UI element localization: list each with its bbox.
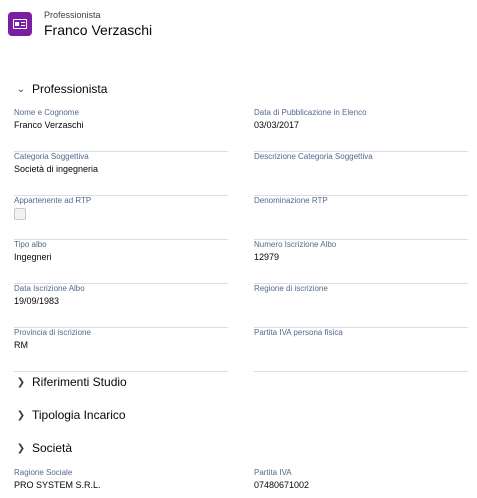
field-label: Data di Pubblicazione in Elenco	[254, 108, 367, 117]
field-value: Franco Verzaschi	[14, 120, 84, 130]
field-partita-iva-pf: Partita IVA persona fisica	[254, 328, 468, 372]
rtp-checkbox	[14, 208, 26, 220]
field-label: Nome e Cognome	[14, 108, 79, 117]
section-professionista[interactable]: ⌄ Professionista	[14, 80, 108, 98]
field-value: RM	[14, 340, 28, 350]
field-label: Partita IVA persona fisica	[254, 328, 343, 337]
field-label: Descrizione Categoria Soggettiva	[254, 152, 373, 161]
field-data-pubblicazione: Data di Pubblicazione in Elenco 03/03/20…	[254, 108, 468, 152]
field-label: Data Iscrizione Albo	[14, 284, 85, 293]
field-value: Società di ingegneria	[14, 164, 99, 174]
field-tipo-albo: Tipo albo Ingegneri	[14, 240, 228, 284]
field-value: 03/03/2017	[254, 120, 300, 130]
chevron-down-icon: ⌄	[16, 83, 26, 95]
section-label: Tipologia Incarico	[32, 408, 126, 422]
chevron-right-icon: ❯	[16, 409, 26, 421]
field-label: Provincia di iscrizione	[14, 328, 91, 337]
field-numero-iscrizione: Numero Iscrizione Albo 12979	[254, 240, 468, 284]
section-tipologia-incarico[interactable]: ❯ Tipologia Incarico	[14, 406, 126, 424]
section-label: Riferimenti Studio	[32, 375, 127, 389]
field-value: 12979	[254, 252, 280, 262]
field-descrizione-categoria: Descrizione Categoria Soggettiva	[254, 152, 468, 196]
field-partita-iva: Partita IVA 07480671002	[254, 468, 468, 498]
field-value: PRO SYSTEM S.R.L.	[14, 480, 101, 490]
field-value: 07480671002	[254, 480, 310, 490]
field-label: Tipo albo	[14, 240, 47, 249]
section-label: Professionista	[32, 82, 108, 96]
section-riferimenti-studio[interactable]: ❯ Riferimenti Studio	[14, 373, 127, 391]
field-value: Ingegneri	[14, 252, 52, 262]
field-label: Appartenente ad RTP	[14, 196, 92, 205]
field-nome-cognome: Nome e Cognome Franco Verzaschi	[14, 108, 228, 152]
field-label: Ragione Sociale	[14, 468, 73, 477]
record-title: Franco Verzaschi	[44, 22, 153, 38]
field-regione-iscrizione: Regione di iscrizione	[254, 284, 468, 328]
field-categoria-soggettiva: Categoria Soggettiva Società di ingegner…	[14, 152, 228, 196]
field-value: 19/09/1983	[14, 296, 60, 306]
field-label: Numero Iscrizione Albo	[254, 240, 337, 249]
record-header: Professionista Franco Verzaschi	[8, 8, 468, 48]
record-type-label: Professionista	[44, 10, 101, 20]
field-label: Partita IVA	[254, 468, 292, 477]
field-label: Categoria Soggettiva	[14, 152, 89, 161]
field-appartenente-rtp: Appartenente ad RTP	[14, 196, 228, 240]
section-societa[interactable]: ❯ Società	[14, 439, 72, 457]
chevron-right-icon: ❯	[16, 442, 26, 454]
field-label: Regione di iscrizione	[254, 284, 328, 293]
field-label: Denominazione RTP	[254, 196, 328, 205]
field-data-iscrizione: Data Iscrizione Albo 19/09/1983	[14, 284, 228, 328]
contact-card-icon	[8, 12, 32, 36]
field-ragione-sociale: Ragione Sociale PRO SYSTEM S.R.L.	[14, 468, 228, 498]
field-provincia-iscrizione: Provincia di iscrizione RM	[14, 328, 228, 372]
field-denominazione-rtp: Denominazione RTP	[254, 196, 468, 240]
section-label: Società	[32, 441, 73, 455]
chevron-right-icon: ❯	[16, 376, 26, 388]
